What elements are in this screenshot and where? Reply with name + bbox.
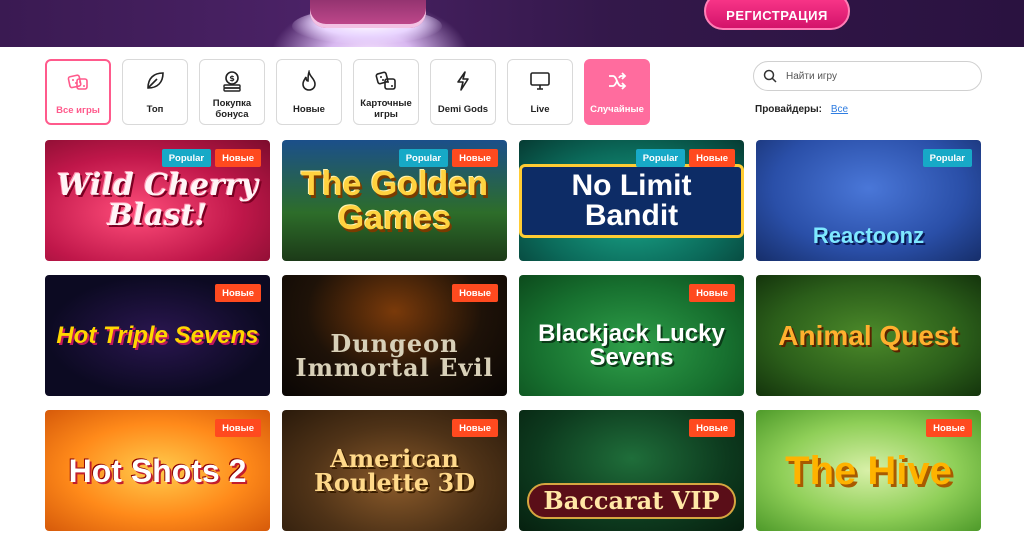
register-button[interactable]: РЕГИСТРАЦИЯ bbox=[704, 0, 850, 30]
new-badge: Новые bbox=[452, 419, 498, 437]
providers-label: Провайдеры: bbox=[755, 104, 823, 115]
game-title: Hot Triple Sevens bbox=[56, 321, 259, 349]
new-badge: Новые bbox=[689, 419, 735, 437]
game-card[interactable]: Dungeon Immortal Evil Новые bbox=[282, 275, 507, 396]
game-card[interactable]: Hot Triple Sevens Новые bbox=[45, 275, 270, 396]
game-badges: Popular Новые bbox=[635, 149, 735, 167]
filter-label: Покупка бонуса bbox=[212, 98, 252, 120]
monitor-icon bbox=[529, 70, 551, 92]
providers-all-link[interactable]: Все bbox=[831, 104, 848, 115]
game-title: The Hive bbox=[785, 448, 952, 493]
game-title: Reactoonz bbox=[812, 222, 925, 248]
game-card[interactable]: Reactoonz Popular bbox=[756, 140, 981, 261]
filter-bonus-buy[interactable]: $ Покупка бонуса bbox=[199, 59, 265, 125]
game-card[interactable]: Wild Cherry Blast! Popular Новые bbox=[45, 140, 270, 261]
game-badges: Popular bbox=[922, 149, 972, 167]
leaf-icon bbox=[144, 70, 166, 92]
new-badge: Новые bbox=[689, 149, 735, 167]
game-card[interactable]: Hot Shots 2 Новые bbox=[45, 410, 270, 531]
new-badge: Новые bbox=[452, 284, 498, 302]
dice-icon bbox=[375, 70, 397, 92]
game-badges: Новые bbox=[689, 284, 735, 302]
new-badge: Новые bbox=[926, 419, 972, 437]
lightning-icon bbox=[452, 70, 474, 92]
game-title: Baccarat VIP bbox=[527, 482, 736, 519]
game-badges: Popular Новые bbox=[161, 149, 261, 167]
game-card[interactable]: American Roulette 3D Новые bbox=[282, 410, 507, 531]
search-box bbox=[753, 61, 982, 91]
game-badges: Новые bbox=[452, 284, 498, 302]
game-title: Blackjack Lucky Sevens bbox=[538, 319, 725, 371]
new-badge: Новые bbox=[452, 149, 498, 167]
game-badges: Новые bbox=[452, 419, 498, 437]
shuffle-icon bbox=[606, 70, 628, 92]
filter-label: Live bbox=[530, 103, 550, 115]
search-icon[interactable] bbox=[754, 61, 786, 91]
filter-card-games[interactable]: Карточные игры bbox=[353, 59, 419, 125]
filter-top[interactable]: Топ bbox=[122, 59, 188, 125]
popular-badge: Popular bbox=[922, 149, 972, 167]
game-card[interactable]: No Limit Bandit Popular Новые bbox=[519, 140, 744, 261]
popular-badge: Popular bbox=[635, 149, 686, 167]
game-badges: Новые bbox=[215, 284, 261, 302]
game-badges: Новые bbox=[215, 419, 261, 437]
game-grid: Wild Cherry Blast! Popular Новые The Gol… bbox=[45, 140, 981, 531]
game-title: Hot Shots 2 bbox=[68, 452, 247, 489]
filter-live[interactable]: Live bbox=[507, 59, 573, 125]
game-card[interactable]: The Golden Games Popular Новые bbox=[282, 140, 507, 261]
game-badges: Новые bbox=[926, 419, 972, 437]
coin-stack-icon: $ bbox=[221, 70, 243, 92]
banner-artwork bbox=[270, 0, 470, 47]
flame-icon bbox=[298, 70, 320, 92]
filter-demi-gods[interactable]: Demi Gods bbox=[430, 59, 496, 125]
game-badges: Popular Новые bbox=[398, 149, 498, 167]
search-input[interactable] bbox=[786, 70, 966, 82]
game-title: American Roulette 3D bbox=[313, 443, 476, 497]
game-title: Wild Cherry Blast! bbox=[56, 167, 259, 233]
game-card[interactable]: Blackjack Lucky Sevens Новые bbox=[519, 275, 744, 396]
new-badge: Новые bbox=[215, 419, 261, 437]
game-art: Animal Quest bbox=[756, 275, 981, 396]
filter-label: Топ bbox=[146, 103, 164, 115]
svg-text:$: $ bbox=[229, 74, 235, 83]
category-filters: Все игры Топ $ Покупка бонуса Новые Карт… bbox=[45, 59, 650, 125]
filter-label: Все игры bbox=[56, 104, 100, 116]
promo-banner: РЕГИСТРАЦИЯ bbox=[0, 0, 1024, 47]
popular-badge: Popular bbox=[398, 149, 449, 167]
dice-icon bbox=[67, 71, 89, 93]
new-badge: Новые bbox=[215, 284, 261, 302]
game-card[interactable]: Animal Quest bbox=[756, 275, 981, 396]
filter-label: Новые bbox=[293, 103, 325, 115]
game-title: No Limit Bandit bbox=[519, 163, 744, 238]
filter-random[interactable]: Случайные bbox=[584, 59, 650, 125]
banner-cup bbox=[310, 0, 426, 28]
new-badge: Новые bbox=[215, 149, 261, 167]
popular-badge: Popular bbox=[161, 149, 212, 167]
game-title: Animal Quest bbox=[778, 319, 959, 351]
filter-label: Карточные игры bbox=[360, 98, 412, 120]
filter-new[interactable]: Новые bbox=[276, 59, 342, 125]
providers-filter: Провайдеры: Все bbox=[755, 104, 848, 115]
filter-all-games[interactable]: Все игры bbox=[45, 59, 111, 125]
filter-label: Demi Gods bbox=[437, 103, 489, 115]
game-title: Dungeon Immortal Evil bbox=[295, 328, 494, 382]
game-card[interactable]: The Hive Новые bbox=[756, 410, 981, 531]
game-title: The Golden Games bbox=[301, 164, 488, 237]
game-card[interactable]: Baccarat VIP Новые bbox=[519, 410, 744, 531]
new-badge: Новые bbox=[689, 284, 735, 302]
game-badges: Новые bbox=[689, 419, 735, 437]
filter-label: Случайные bbox=[590, 103, 644, 115]
